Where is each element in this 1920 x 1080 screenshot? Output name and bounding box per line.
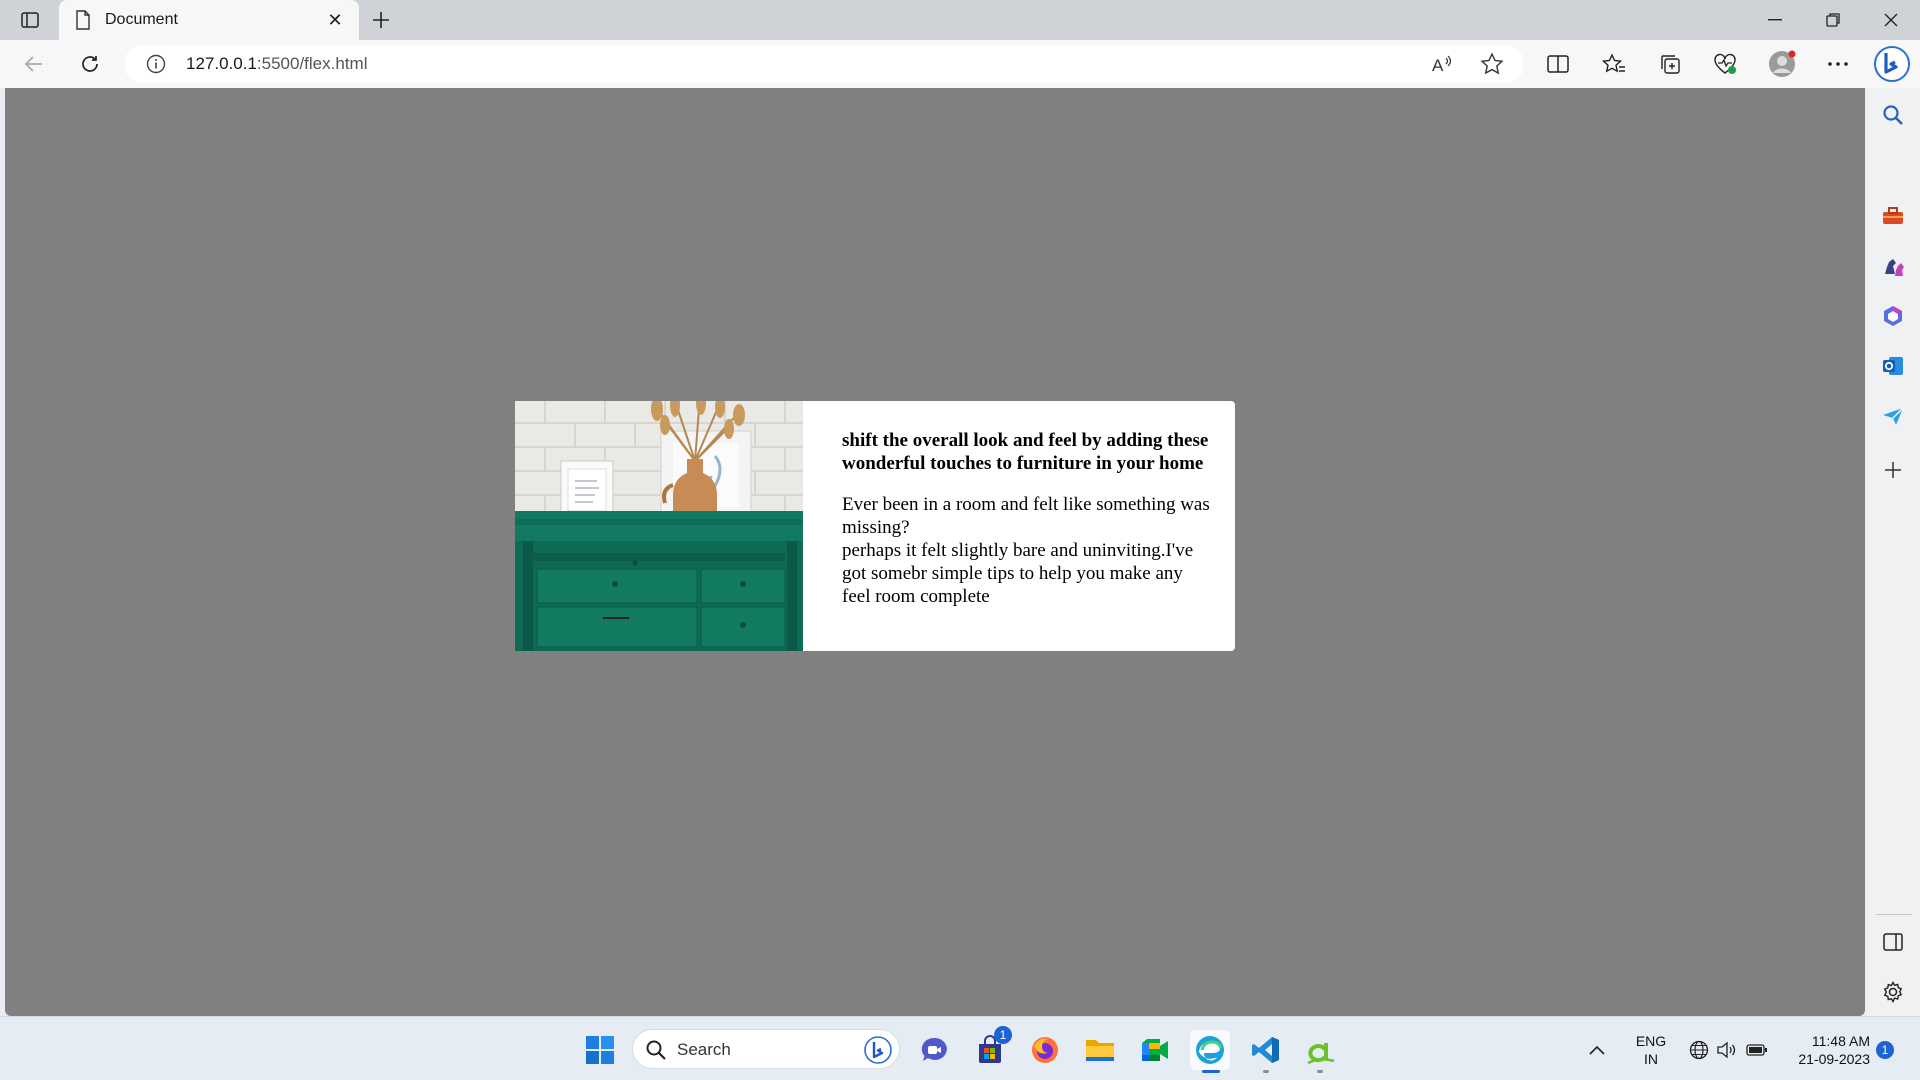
copilot-icon[interactable] <box>863 1035 893 1070</box>
taskbar-search[interactable]: Search <box>632 1029 900 1069</box>
close-icon[interactable]: ✕ <box>323 8 347 32</box>
running-indicator <box>1317 1070 1323 1073</box>
firefox-icon[interactable] <box>1025 1030 1065 1070</box>
region-code: IN <box>1644 1051 1658 1067</box>
collections-icon[interactable] <box>1652 48 1688 80</box>
search-icon[interactable] <box>1877 99 1909 131</box>
clock-time: 11:48 AM <box>1811 1033 1870 1049</box>
info-icon[interactable] <box>146 54 166 79</box>
battery-icon[interactable] <box>1744 1030 1770 1070</box>
restore-icon[interactable] <box>1805 0 1861 40</box>
sidebar-toggle-icon[interactable] <box>1877 926 1909 958</box>
split-screen-icon[interactable] <box>1540 48 1576 80</box>
svg-text:A: A <box>1432 56 1444 75</box>
chat-icon[interactable] <box>914 1030 954 1070</box>
games-icon[interactable] <box>1877 250 1909 282</box>
windows-taskbar: Search 1 ENG IN 11:48 AM 21-09-2023 1 <box>0 1016 1920 1080</box>
input-language[interactable]: ENG IN <box>1628 1032 1674 1068</box>
tab-title: Document <box>105 11 178 28</box>
card-text: shift the overall look and feel by addin… <box>803 401 1235 651</box>
furniture-image <box>515 401 803 651</box>
browser-essentials-icon[interactable] <box>1707 48 1743 80</box>
search-placeholder: Search <box>677 1040 731 1059</box>
store-icon[interactable]: 1 <box>970 1026 1012 1070</box>
read-aloud-icon[interactable]: A <box>1430 52 1454 81</box>
more-icon[interactable] <box>1820 48 1856 80</box>
clock-date: 21-09-2023 <box>1798 1051 1870 1067</box>
browser-toolbar: 127.0.0.1:5500/flex.html A <box>0 40 1920 88</box>
app-icon[interactable] <box>1300 1030 1340 1073</box>
browser-tab[interactable]: Document ✕ <box>59 0 359 40</box>
url-path: :5500/flex.html <box>256 54 368 73</box>
notification-badge[interactable]: 1 <box>1876 1041 1894 1059</box>
url-text[interactable]: 127.0.0.1:5500/flex.html <box>186 54 367 74</box>
outlook-icon[interactable] <box>1877 350 1909 382</box>
windows-icon[interactable] <box>580 1030 620 1070</box>
edge-sidebar <box>1866 88 1920 1016</box>
language-code: ENG <box>1635 1033 1667 1049</box>
favorites-icon[interactable] <box>1596 48 1632 80</box>
card-paragraph-line-2: perhaps it felt slightly bare and uninvi… <box>842 540 1194 607</box>
back-icon[interactable] <box>16 48 52 80</box>
settings-icon[interactable] <box>1877 976 1909 1008</box>
page-viewport: shift the overall look and feel by addin… <box>5 88 1865 1016</box>
office-icon[interactable] <box>1877 300 1909 332</box>
plus-icon[interactable] <box>1877 454 1909 486</box>
document-icon <box>75 10 91 35</box>
refresh-icon[interactable] <box>72 48 108 80</box>
content-card: shift the overall look and feel by addin… <box>515 401 1235 651</box>
sidebar-divider <box>1876 914 1912 915</box>
meet-icon[interactable] <box>1135 1030 1175 1070</box>
plus-icon[interactable] <box>366 6 396 34</box>
clock[interactable]: 11:48 AM 21-09-2023 <box>1784 1032 1870 1068</box>
folder-icon[interactable] <box>1080 1030 1120 1070</box>
minimize-icon[interactable] <box>1747 0 1803 40</box>
tab-actions-icon[interactable] <box>12 6 48 34</box>
store-badge: 1 <box>994 1026 1012 1044</box>
toolbox-icon[interactable] <box>1877 200 1909 232</box>
url-host: 127.0.0.1 <box>186 54 257 73</box>
chevron-up-icon[interactable] <box>1582 1030 1612 1070</box>
edge-icon[interactable] <box>1190 1030 1230 1073</box>
volume-icon[interactable] <box>1714 1030 1740 1070</box>
vscode-icon[interactable] <box>1246 1030 1286 1073</box>
card-paragraph-line-1: Ever been in a room and felt like someth… <box>842 494 1210 538</box>
address-bar[interactable]: 127.0.0.1:5500/flex.html A <box>124 45 1524 83</box>
favorite-star-icon[interactable] <box>1480 52 1504 81</box>
card-heading: shift the overall look and feel by addin… <box>842 430 1209 474</box>
tab-strip: Document ✕ <box>0 0 1920 40</box>
profile-icon[interactable] <box>1764 48 1800 80</box>
active-indicator <box>1202 1070 1220 1073</box>
search-icon <box>645 1039 667 1066</box>
send-icon[interactable] <box>1877 400 1909 432</box>
running-indicator <box>1263 1070 1269 1073</box>
globe-icon[interactable] <box>1686 1030 1712 1070</box>
copilot-icon[interactable] <box>1872 44 1912 84</box>
close-window-icon[interactable] <box>1863 0 1919 40</box>
